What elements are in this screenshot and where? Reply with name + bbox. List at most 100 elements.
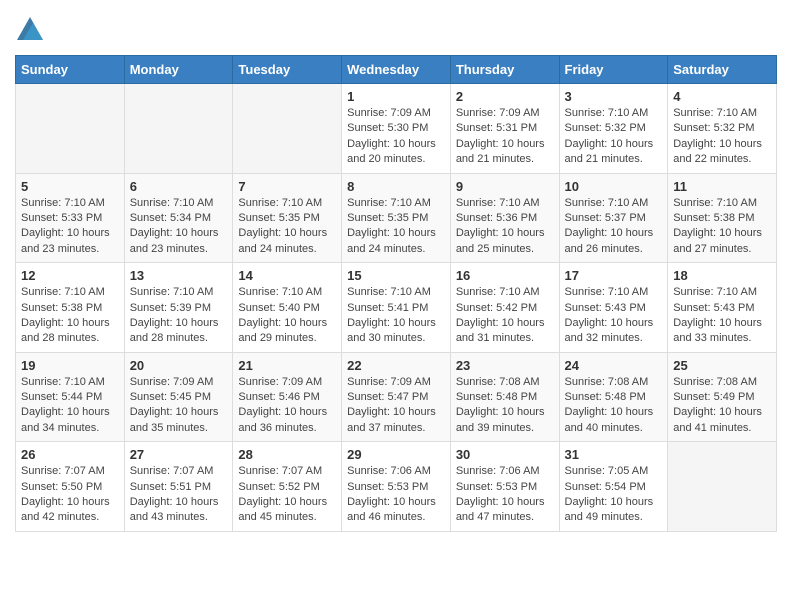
calendar-cell: 14 Sunrise: 7:10 AM Sunset: 5:40 PM Dayli… (233, 263, 342, 353)
day-info: Sunrise: 7:06 AM Sunset: 5:53 PM Dayligh… (347, 464, 445, 526)
day-info: Sunrise: 7:10 AM Sunset: 5:33 PM Dayligh… (21, 196, 119, 258)
day-info: Sunrise: 7:08 AM Sunset: 5:48 PM Dayligh… (456, 375, 554, 437)
day-info: Sunrise: 7:10 AM Sunset: 5:42 PM Dayligh… (456, 285, 554, 347)
day-number: 7 (238, 179, 336, 194)
day-number: 22 (347, 358, 445, 373)
calendar-cell: 26 Sunrise: 7:07 AM Sunset: 5:50 PM Dayli… (16, 442, 125, 532)
calendar-cell: 9 Sunrise: 7:10 AM Sunset: 5:36 PM Daylig… (450, 173, 559, 263)
day-info: Sunrise: 7:09 AM Sunset: 5:47 PM Dayligh… (347, 375, 445, 437)
calendar-week-row: 19 Sunrise: 7:10 AM Sunset: 5:44 PM Dayli… (16, 352, 777, 442)
calendar-cell: 22 Sunrise: 7:09 AM Sunset: 5:47 PM Dayli… (342, 352, 451, 442)
weekday-header: Wednesday (342, 56, 451, 84)
day-number: 14 (238, 268, 336, 283)
calendar-cell: 13 Sunrise: 7:10 AM Sunset: 5:39 PM Dayli… (124, 263, 233, 353)
day-number: 26 (21, 447, 119, 462)
day-info: Sunrise: 7:07 AM Sunset: 5:52 PM Dayligh… (238, 464, 336, 526)
day-info: Sunrise: 7:10 AM Sunset: 5:35 PM Dayligh… (347, 196, 445, 258)
calendar-cell: 29 Sunrise: 7:06 AM Sunset: 5:53 PM Dayli… (342, 442, 451, 532)
day-number: 25 (673, 358, 771, 373)
day-info: Sunrise: 7:10 AM Sunset: 5:43 PM Dayligh… (565, 285, 663, 347)
day-number: 11 (673, 179, 771, 194)
day-info: Sunrise: 7:09 AM Sunset: 5:46 PM Dayligh… (238, 375, 336, 437)
weekday-header: Monday (124, 56, 233, 84)
day-number: 1 (347, 89, 445, 104)
logo-icon (15, 15, 45, 45)
calendar-cell: 30 Sunrise: 7:06 AM Sunset: 5:53 PM Dayli… (450, 442, 559, 532)
calendar-week-row: 26 Sunrise: 7:07 AM Sunset: 5:50 PM Dayli… (16, 442, 777, 532)
day-number: 30 (456, 447, 554, 462)
calendar-cell: 4 Sunrise: 7:10 AM Sunset: 5:32 PM Daylig… (668, 84, 777, 174)
calendar-cell: 10 Sunrise: 7:10 AM Sunset: 5:37 PM Dayli… (559, 173, 668, 263)
calendar-cell (124, 84, 233, 174)
calendar-week-row: 5 Sunrise: 7:10 AM Sunset: 5:33 PM Daylig… (16, 173, 777, 263)
calendar-cell: 19 Sunrise: 7:10 AM Sunset: 5:44 PM Dayli… (16, 352, 125, 442)
day-info: Sunrise: 7:06 AM Sunset: 5:53 PM Dayligh… (456, 464, 554, 526)
weekday-header: Sunday (16, 56, 125, 84)
logo (15, 15, 49, 45)
day-info: Sunrise: 7:10 AM Sunset: 5:39 PM Dayligh… (130, 285, 228, 347)
weekday-header: Thursday (450, 56, 559, 84)
calendar-cell: 7 Sunrise: 7:10 AM Sunset: 5:35 PM Daylig… (233, 173, 342, 263)
day-number: 29 (347, 447, 445, 462)
day-number: 4 (673, 89, 771, 104)
day-number: 27 (130, 447, 228, 462)
weekday-header: Tuesday (233, 56, 342, 84)
calendar-cell: 27 Sunrise: 7:07 AM Sunset: 5:51 PM Dayli… (124, 442, 233, 532)
day-info: Sunrise: 7:07 AM Sunset: 5:50 PM Dayligh… (21, 464, 119, 526)
calendar-cell: 15 Sunrise: 7:10 AM Sunset: 5:41 PM Dayli… (342, 263, 451, 353)
calendar-cell: 12 Sunrise: 7:10 AM Sunset: 5:38 PM Dayli… (16, 263, 125, 353)
day-number: 16 (456, 268, 554, 283)
day-info: Sunrise: 7:10 AM Sunset: 5:38 PM Dayligh… (673, 196, 771, 258)
calendar-cell: 1 Sunrise: 7:09 AM Sunset: 5:30 PM Daylig… (342, 84, 451, 174)
day-number: 10 (565, 179, 663, 194)
day-info: Sunrise: 7:09 AM Sunset: 5:30 PM Dayligh… (347, 106, 445, 168)
calendar-cell: 23Sunrise: 7:08 AM Sunset: 5:48 PM Dayli… (450, 352, 559, 442)
day-number: 21 (238, 358, 336, 373)
day-number: 2 (456, 89, 554, 104)
day-number: 17 (565, 268, 663, 283)
calendar-cell: 28 Sunrise: 7:07 AM Sunset: 5:52 PM Dayli… (233, 442, 342, 532)
day-info: Sunrise: 7:10 AM Sunset: 5:32 PM Dayligh… (673, 106, 771, 168)
calendar-cell (668, 442, 777, 532)
day-number: 31 (565, 447, 663, 462)
day-info: Sunrise: 7:10 AM Sunset: 5:36 PM Dayligh… (456, 196, 554, 258)
day-info: Sunrise: 7:10 AM Sunset: 5:34 PM Dayligh… (130, 196, 228, 258)
calendar-week-row: 1 Sunrise: 7:09 AM Sunset: 5:30 PM Daylig… (16, 84, 777, 174)
calendar-cell: 31 Sunrise: 7:05 AM Sunset: 5:54 PM Dayli… (559, 442, 668, 532)
day-info: Sunrise: 7:08 AM Sunset: 5:49 PM Dayligh… (673, 375, 771, 437)
day-info: Sunrise: 7:05 AM Sunset: 5:54 PM Dayligh… (565, 464, 663, 526)
calendar-cell: 3Sunrise: 7:10 AM Sunset: 5:32 PM Daylig… (559, 84, 668, 174)
day-number: 9 (456, 179, 554, 194)
calendar-cell: 17 Sunrise: 7:10 AM Sunset: 5:43 PM Dayli… (559, 263, 668, 353)
day-number: 19 (21, 358, 119, 373)
day-info: Sunrise: 7:10 AM Sunset: 5:37 PM Dayligh… (565, 196, 663, 258)
calendar-header-row: SundayMondayTuesdayWednesdayThursdayFrid… (16, 56, 777, 84)
day-number: 28 (238, 447, 336, 462)
day-number: 3 (565, 89, 663, 104)
day-number: 20 (130, 358, 228, 373)
day-number: 6 (130, 179, 228, 194)
day-info: Sunrise: 7:10 AM Sunset: 5:41 PM Dayligh… (347, 285, 445, 347)
calendar-cell: 2 Sunrise: 7:09 AM Sunset: 5:31 PM Daylig… (450, 84, 559, 174)
calendar-cell (16, 84, 125, 174)
calendar-cell: 11 Sunrise: 7:10 AM Sunset: 5:38 PM Dayli… (668, 173, 777, 263)
calendar-cell: 6 Sunrise: 7:10 AM Sunset: 5:34 PM Daylig… (124, 173, 233, 263)
calendar-cell: 16 Sunrise: 7:10 AM Sunset: 5:42 PM Dayli… (450, 263, 559, 353)
day-info: Sunrise: 7:10 AM Sunset: 5:44 PM Dayligh… (21, 375, 119, 437)
calendar-cell: 25 Sunrise: 7:08 AM Sunset: 5:49 PM Dayli… (668, 352, 777, 442)
day-number: 18 (673, 268, 771, 283)
day-info: Sunrise: 7:10 AM Sunset: 5:35 PM Dayligh… (238, 196, 336, 258)
day-number: 12 (21, 268, 119, 283)
calendar-cell: 5 Sunrise: 7:10 AM Sunset: 5:33 PM Daylig… (16, 173, 125, 263)
day-info: Sunrise: 7:10 AM Sunset: 5:38 PM Dayligh… (21, 285, 119, 347)
day-number: 5 (21, 179, 119, 194)
day-info: Sunrise: 7:09 AM Sunset: 5:31 PM Dayligh… (456, 106, 554, 168)
day-number: 13 (130, 268, 228, 283)
day-info: Sunrise: 7:08 AM Sunset: 5:48 PM Dayligh… (565, 375, 663, 437)
weekday-header: Friday (559, 56, 668, 84)
day-info: Sunrise: 7:10 AM Sunset: 5:40 PM Dayligh… (238, 285, 336, 347)
calendar-cell: 8Sunrise: 7:10 AM Sunset: 5:35 PM Daylig… (342, 173, 451, 263)
day-info: Sunrise: 7:07 AM Sunset: 5:51 PM Dayligh… (130, 464, 228, 526)
calendar-cell: 24Sunrise: 7:08 AM Sunset: 5:48 PM Dayli… (559, 352, 668, 442)
day-number: 15 (347, 268, 445, 283)
